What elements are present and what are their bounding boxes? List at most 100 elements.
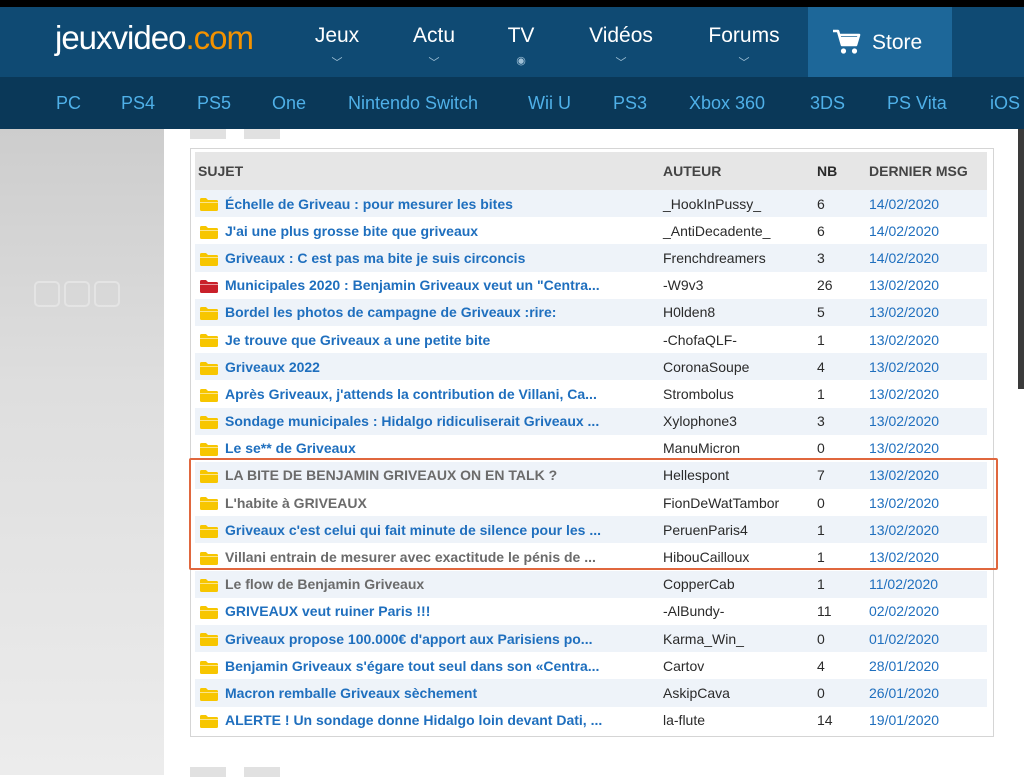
last-message-date[interactable]: 28/01/2020 bbox=[869, 658, 939, 674]
topic-link[interactable]: J'ai une plus grosse bite que griveaux bbox=[225, 223, 650, 239]
platform-wiiu[interactable]: Wii U bbox=[528, 93, 571, 114]
table-row[interactable]: Après Griveaux, j'attends la contributio… bbox=[195, 380, 987, 408]
table-row[interactable]: Sondage municipales : Hidalgo ridiculise… bbox=[195, 407, 987, 435]
topic-link[interactable]: Macron remballe Griveaux sèchement bbox=[225, 685, 650, 701]
topic-link[interactable]: ALERTE ! Un sondage donne Hidalgo loin d… bbox=[225, 712, 650, 728]
table-row[interactable]: Municipales 2020 : Benjamin Griveaux veu… bbox=[195, 271, 987, 299]
topic-link[interactable]: Échelle de Griveau : pour mesurer les bi… bbox=[225, 196, 650, 212]
subject-cell: Échelle de Griveau : pour mesurer les bi… bbox=[225, 190, 663, 218]
author-name[interactable]: -AlBundy- bbox=[663, 603, 724, 619]
icon-cell bbox=[195, 652, 225, 680]
author-name[interactable]: -ChofaQLF- bbox=[663, 332, 737, 348]
platform-psvita[interactable]: PS Vita bbox=[887, 93, 947, 114]
date-cell: 13/02/2020 bbox=[869, 407, 987, 435]
topic-link[interactable]: Le flow de Benjamin Griveaux bbox=[225, 576, 650, 592]
last-message-date[interactable]: 13/02/2020 bbox=[869, 359, 939, 375]
table-row[interactable]: Macron remballe Griveaux sèchement AskipC… bbox=[195, 679, 987, 707]
topic-link[interactable]: Municipales 2020 : Benjamin Griveaux veu… bbox=[225, 277, 650, 293]
last-message-date[interactable]: 13/02/2020 bbox=[869, 413, 939, 429]
table-row[interactable]: Griveaux propose 100.000€ d'apport aux P… bbox=[195, 625, 987, 653]
topic-link[interactable]: Après Griveaux, j'attends la contributio… bbox=[225, 386, 650, 402]
last-message-date[interactable]: 14/02/2020 bbox=[869, 223, 939, 239]
author-name[interactable]: _HookInPussy_ bbox=[663, 196, 761, 212]
author-name[interactable]: Karma_Win_ bbox=[663, 631, 744, 647]
message-count: 3 bbox=[817, 249, 825, 266]
table-row[interactable]: Griveaux 2022 CoronaSoupe 4 13/02/2020 bbox=[195, 353, 987, 381]
author-name[interactable]: Strombolus bbox=[663, 386, 734, 402]
pagination-button[interactable] bbox=[190, 129, 226, 139]
topic-link[interactable]: Griveaux propose 100.000€ d'apport aux P… bbox=[225, 631, 650, 647]
subject-cell: Macron remballe Griveaux sèchement bbox=[225, 679, 663, 707]
last-message-date[interactable]: 19/01/2020 bbox=[869, 712, 939, 728]
nav-actu[interactable]: Actu ﹀ bbox=[404, 7, 464, 77]
last-message-date[interactable]: 02/02/2020 bbox=[869, 603, 939, 619]
last-message-date[interactable]: 26/01/2020 bbox=[869, 685, 939, 701]
platform-ios[interactable]: iOS bbox=[990, 93, 1020, 114]
table-row[interactable]: Échelle de Griveau : pour mesurer les bi… bbox=[195, 190, 987, 218]
last-message-date[interactable]: 01/02/2020 bbox=[869, 631, 939, 647]
table-row[interactable]: Griveaux : C est pas ma bite je suis cir… bbox=[195, 244, 987, 272]
pagination-button[interactable] bbox=[244, 129, 280, 139]
author-name[interactable]: Xylophone3 bbox=[663, 413, 737, 429]
platform-one[interactable]: One bbox=[272, 93, 306, 114]
topic-link[interactable]: Benjamin Griveaux s'égare tout seul dans… bbox=[225, 658, 650, 674]
author-cell: AskipCava bbox=[663, 679, 813, 707]
author-name[interactable]: AskipCava bbox=[663, 685, 730, 701]
topic-link[interactable]: Le se** de Griveaux bbox=[225, 440, 650, 456]
last-message-date[interactable]: 11/02/2020 bbox=[869, 576, 938, 592]
nav-tv[interactable]: TV ◉ bbox=[500, 7, 542, 77]
topic-link[interactable]: Bordel les photos de campagne de Griveau… bbox=[225, 304, 650, 320]
table-row[interactable]: GRIVEAUX veut ruiner Paris !!! -AlBundy- 1… bbox=[195, 597, 987, 625]
table-row[interactable]: Je trouve que Griveaux a une petite bite… bbox=[195, 325, 987, 354]
platform-ps3[interactable]: PS3 bbox=[613, 93, 647, 114]
column-header-last-message[interactable]: DERNIER MSG bbox=[869, 152, 987, 190]
topic-link[interactable]: GRIVEAUX veut ruiner Paris !!! bbox=[225, 603, 650, 619]
topic-link[interactable]: Je trouve que Griveaux a une petite bite bbox=[225, 332, 650, 348]
platform-ps4[interactable]: PS4 bbox=[121, 93, 155, 114]
author-name[interactable]: H0lden8 bbox=[663, 304, 715, 320]
platform-3ds[interactable]: 3DS bbox=[810, 93, 845, 114]
table-row[interactable]: Le flow de Benjamin Griveaux CopperCab 1 11… bbox=[195, 570, 987, 598]
author-name[interactable]: CoronaSoupe bbox=[663, 359, 749, 375]
column-header-author[interactable]: AUTEUR bbox=[663, 152, 813, 190]
topic-link[interactable]: Griveaux 2022 bbox=[225, 359, 650, 375]
last-message-date[interactable]: 13/02/2020 bbox=[869, 386, 939, 402]
highlight-box bbox=[189, 458, 998, 570]
pagination-button[interactable] bbox=[244, 767, 280, 777]
last-message-date[interactable]: 13/02/2020 bbox=[869, 332, 939, 348]
icon-cell bbox=[195, 353, 225, 381]
table-row[interactable]: J'ai une plus grosse bite que griveaux _A… bbox=[195, 217, 987, 245]
author-cell: H0lden8 bbox=[663, 298, 813, 326]
icon-cell bbox=[195, 407, 225, 435]
table-row[interactable]: Benjamin Griveaux s'égare tout seul dans… bbox=[195, 652, 987, 680]
platform-ps5[interactable]: PS5 bbox=[197, 93, 231, 114]
author-name[interactable]: ManuMicron bbox=[663, 440, 740, 456]
topic-link[interactable]: Sondage municipales : Hidalgo ridiculise… bbox=[225, 413, 650, 429]
nav-forums[interactable]: Forums ﹀ bbox=[700, 7, 788, 77]
last-message-date[interactable]: 13/02/2020 bbox=[869, 440, 939, 456]
platform-xbox360[interactable]: Xbox 360 bbox=[689, 93, 765, 114]
nav-jeux[interactable]: Jeux ﹀ bbox=[306, 7, 368, 77]
topic-link[interactable]: Griveaux : C est pas ma bite je suis cir… bbox=[225, 250, 650, 266]
author-name[interactable]: la-flute bbox=[663, 712, 705, 728]
author-name[interactable]: CopperCab bbox=[663, 576, 735, 592]
platform-pc[interactable]: PC bbox=[56, 93, 81, 114]
store-button[interactable]: Store bbox=[808, 7, 952, 77]
chevron-down-icon: ﹀ bbox=[615, 57, 627, 69]
last-message-date[interactable]: 13/02/2020 bbox=[869, 304, 939, 320]
author-name[interactable]: -W9v3 bbox=[663, 277, 703, 293]
table-row[interactable]: Bordel les photos de campagne de Griveau… bbox=[195, 298, 987, 326]
last-message-date[interactable]: 13/02/2020 bbox=[869, 277, 939, 293]
column-header-count[interactable]: NB bbox=[813, 152, 869, 190]
nav-videos[interactable]: Vidéos ﹀ bbox=[583, 7, 659, 77]
platform-switch[interactable]: Nintendo Switch bbox=[348, 93, 478, 114]
column-header-subject[interactable]: SUJET bbox=[195, 152, 663, 190]
author-name[interactable]: _AntiDecadente_ bbox=[663, 223, 770, 239]
author-name[interactable]: Cartov bbox=[663, 658, 704, 674]
table-row[interactable]: ALERTE ! Un sondage donne Hidalgo loin d… bbox=[195, 706, 987, 734]
message-count: 1 bbox=[817, 331, 825, 348]
pagination-button[interactable] bbox=[190, 767, 226, 777]
last-message-date[interactable]: 14/02/2020 bbox=[869, 196, 939, 212]
author-name[interactable]: Frenchdreamers bbox=[663, 250, 766, 266]
last-message-date[interactable]: 14/02/2020 bbox=[869, 250, 939, 266]
